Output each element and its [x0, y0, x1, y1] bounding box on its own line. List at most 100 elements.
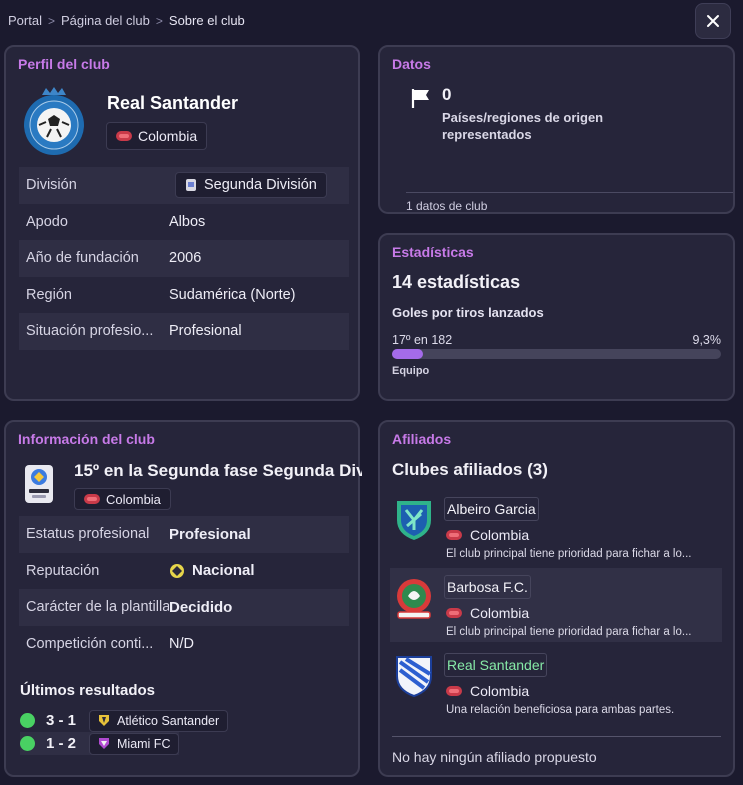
info-row-reputation: Reputación Nacional	[19, 553, 349, 590]
club-info-rows: Estatus profesional Profesional Reputaci…	[19, 516, 349, 662]
affiliate-item: Barbosa F.C. Colombia El club principal …	[390, 568, 722, 642]
divider	[406, 192, 733, 193]
competition-logo-icon	[25, 465, 53, 503]
data-panel: Datos 0 Países/regiones de origen repres…	[378, 45, 735, 214]
opponent-name: Atlético Santander	[117, 713, 220, 728]
result-row[interactable]: 1 - 2 Miami FC	[20, 732, 180, 755]
opponent-crest-icon	[99, 715, 109, 726]
colombia-flag-icon	[446, 608, 462, 618]
row-value: Nacional	[192, 562, 255, 580]
info-row-squad-character: Carácter de la plantilla Decidido	[19, 589, 349, 626]
top-bar: Portal > Página del club > Sobre el club	[0, 0, 743, 42]
countries-count: 0	[442, 85, 452, 104]
win-indicator-icon	[20, 736, 35, 751]
row-key: Estatus profesional	[26, 526, 150, 543]
close-button[interactable]	[695, 3, 731, 39]
row-key: Región	[26, 286, 72, 303]
row-value: Sudamérica (Norte)	[169, 286, 296, 303]
affiliate-crest-icon	[396, 656, 432, 698]
league-icon	[186, 179, 196, 192]
opponent-name: Miami FC	[117, 736, 171, 751]
stats-count: 14 estadísticas	[392, 272, 521, 292]
breadcrumb-club-page[interactable]: Página del club	[61, 13, 150, 28]
breadcrumb: Portal > Página del club > Sobre el club	[8, 13, 245, 28]
profile-row-region: Región Sudamérica (Norte)	[19, 277, 349, 314]
info-row-pro-status: Estatus profesional Profesional	[19, 516, 349, 553]
row-key: Carácter de la plantilla	[26, 599, 169, 616]
stat-name: Goles por tiros lanzados	[392, 305, 544, 320]
result-row[interactable]: 3 - 1 Atlético Santander	[20, 709, 229, 732]
division-chip[interactable]: Segunda División	[175, 172, 327, 199]
league-position: 15º en la Segunda fase Segunda División	[74, 461, 362, 480]
profile-row-founded: Año de fundación 2006	[19, 240, 349, 277]
club-country-chip[interactable]: Colombia	[106, 122, 208, 150]
affiliate-country: Colombia	[444, 524, 531, 546]
affiliate-name[interactable]: Barbosa F.C.	[444, 575, 531, 599]
profile-row-division: División Segunda División	[19, 167, 349, 204]
info-row-continental: Competición conti... N/D	[19, 626, 349, 663]
affiliate-country: Colombia	[444, 602, 531, 624]
info-country: Colombia	[106, 491, 161, 507]
win-indicator-icon	[20, 713, 35, 728]
row-value: N/D	[169, 635, 194, 652]
info-country-chip[interactable]: Colombia	[74, 488, 171, 510]
row-value: Albos	[169, 213, 206, 230]
close-icon	[707, 15, 719, 27]
breadcrumb-current: Sobre el club	[168, 13, 245, 28]
affiliate-name[interactable]: Albeiro Garcia	[444, 497, 539, 521]
row-key: Apodo	[26, 213, 68, 230]
stat-progress-bar	[392, 349, 721, 359]
reputation-value: Nacional	[169, 562, 255, 579]
division-value: Segunda División	[204, 177, 317, 194]
stat-progress-fill	[392, 349, 423, 359]
stat-rank: 17º en 182	[392, 333, 453, 347]
affiliates-footer: No hay ningún afiliado propuesto	[392, 749, 597, 765]
row-key: Competición conti...	[26, 635, 154, 652]
club-crest-icon	[24, 87, 84, 155]
affiliate-crest-icon	[397, 579, 431, 619]
result-score: 3 - 1	[46, 712, 77, 729]
reputation-icon	[170, 563, 184, 578]
stats-panel: Estadísticas 14 estadísticas Goles por t…	[378, 233, 735, 401]
row-key: División	[26, 177, 77, 194]
flag-icon	[411, 89, 429, 108]
club-country: Colombia	[138, 128, 198, 144]
affiliate-country: Colombia	[444, 680, 531, 702]
colombia-flag-icon	[446, 530, 462, 540]
affiliates-panel: Afiliados Clubes afiliados (3) Albeiro G…	[378, 420, 735, 777]
affiliates-heading: Clubes afiliados (3)	[392, 460, 548, 479]
affiliate-country-label: Colombia	[470, 527, 530, 543]
row-key: Reputación	[26, 562, 100, 579]
profile-row-pro-status: Situación profesio... Profesional	[19, 313, 349, 350]
breadcrumb-portal[interactable]: Portal	[8, 13, 42, 28]
affiliate-item: Real Santander Colombia Una relación ben…	[390, 646, 722, 720]
row-value: 2006	[169, 250, 202, 267]
opponent-chip[interactable]: Atlético Santander	[89, 709, 229, 732]
colombia-flag-icon	[116, 131, 132, 141]
club-info-panel: Información del club 15º en la Segunda f…	[4, 420, 362, 777]
affiliate-crest-icon	[397, 501, 431, 540]
profile-row-nickname: Apodo Albos	[19, 204, 349, 241]
divider	[392, 736, 721, 737]
row-value: Profesional	[169, 323, 242, 340]
last-results-title: Últimos resultados	[20, 682, 156, 699]
chevron-right-icon: >	[155, 13, 163, 28]
affiliate-name[interactable]: Real Santander	[444, 653, 548, 677]
panel-title: Estadísticas	[392, 244, 474, 260]
row-key: Situación profesio...	[26, 323, 154, 340]
club-profile-panel: Perfil del club Real Santander Colombia …	[4, 45, 360, 401]
stat-percent: 9,3%	[692, 333, 722, 347]
affiliate-description: El club principal tiene prioridad para f…	[446, 626, 692, 638]
affiliate-country-label: Colombia	[470, 605, 530, 621]
club-name: Real Santander	[107, 93, 239, 113]
row-value: Profesional	[169, 525, 251, 543]
opponent-chip[interactable]: Miami FC	[89, 732, 180, 755]
opponent-crest-icon	[99, 738, 109, 749]
panel-title: Perfil del club	[18, 56, 110, 72]
affiliate-item: Albeiro Garcia Colombia El club principa…	[390, 490, 722, 564]
result-score: 1 - 2	[46, 735, 77, 752]
colombia-flag-icon	[84, 494, 100, 504]
affiliate-country-label: Colombia	[470, 683, 530, 699]
countries-label: Países/regiones de origen representados	[442, 110, 604, 142]
data-footer[interactable]: 1 datos de club	[406, 199, 487, 213]
